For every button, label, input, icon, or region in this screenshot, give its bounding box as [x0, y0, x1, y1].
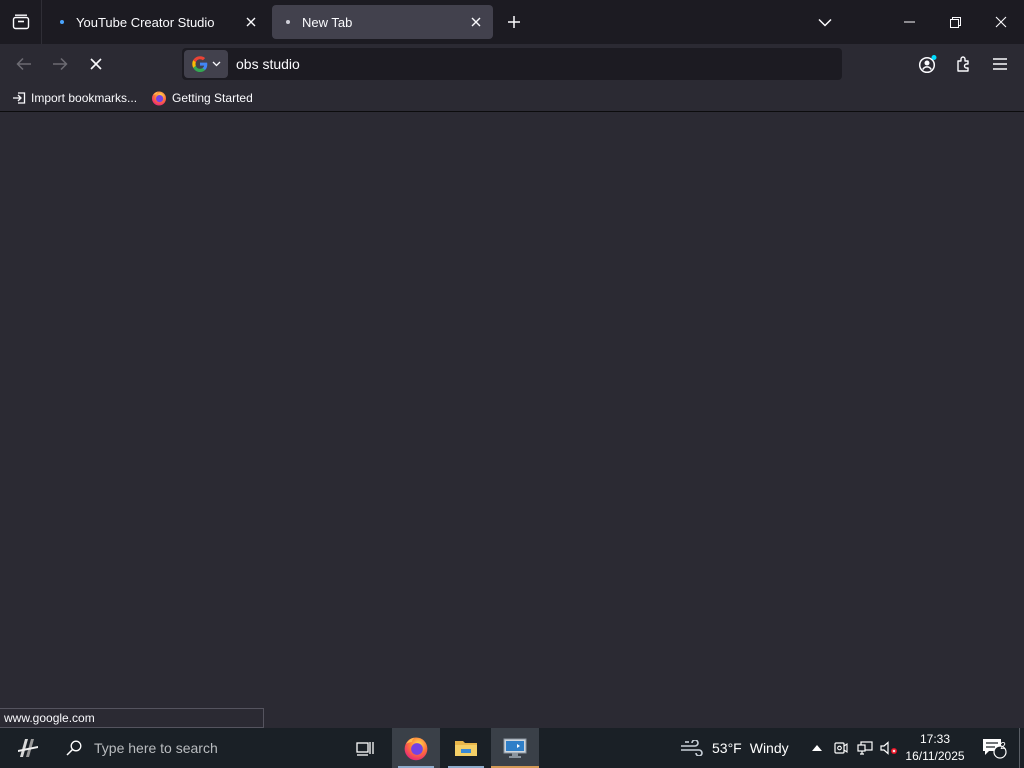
tab-youtube-creator-studio[interactable]: YouTube Creator Studio — [46, 5, 268, 39]
stop-icon — [90, 58, 102, 70]
import-icon — [13, 91, 26, 104]
search-icon — [66, 740, 82, 756]
tray-volume[interactable] — [877, 728, 901, 768]
show-desktop-button[interactable] — [1019, 728, 1024, 768]
firefox-icon — [152, 91, 167, 105]
wind-icon — [681, 740, 703, 756]
search-placeholder: Type here to search — [94, 740, 218, 756]
account-button[interactable] — [912, 48, 944, 80]
start-button[interactable] — [0, 728, 56, 768]
weather-widget[interactable]: 53°F Windy — [680, 728, 789, 768]
tab-label: YouTube Creator Studio — [76, 14, 215, 30]
tray-network[interactable] — [853, 728, 877, 768]
bookmark-label: Import bookmarks... — [31, 90, 138, 105]
arrow-right-icon — [53, 57, 68, 71]
close-window-button[interactable] — [978, 0, 1024, 44]
start-logo-icon — [18, 739, 38, 757]
extensions-button[interactable] — [948, 48, 980, 80]
arrow-left-icon — [16, 57, 31, 71]
bookmark-import-bookmarks[interactable]: Import bookmarks... — [8, 87, 141, 109]
tray-meet-now[interactable] — [829, 728, 853, 768]
tab-strip: YouTube Creator Studio New Tab — [0, 0, 1024, 44]
hamburger-menu-icon — [993, 58, 1007, 70]
puzzle-piece-icon — [957, 56, 969, 72]
account-icon — [918, 55, 937, 74]
clock-date: 16/11/2025 — [905, 749, 965, 763]
taskbar-clock[interactable]: 17:33 16/11/2025 — [902, 731, 968, 765]
show-hidden-icons-button[interactable] — [805, 728, 829, 768]
minimize-button[interactable] — [886, 0, 932, 44]
tab-loading-dot-icon — [60, 20, 64, 24]
taskbar-firefox[interactable] — [392, 728, 440, 768]
restore-button[interactable] — [932, 0, 978, 44]
page-content-area — [0, 113, 1024, 728]
weather-temperature: 53°F — [712, 740, 742, 756]
chevron-down-icon — [818, 18, 832, 27]
google-g-icon — [191, 56, 207, 72]
taskbar-search-box[interactable]: Type here to search — [56, 728, 344, 768]
list-all-tabs-button[interactable] — [811, 8, 839, 36]
close-icon — [471, 17, 481, 27]
folder-icon — [455, 741, 477, 756]
url-bar[interactable] — [182, 48, 842, 80]
forward-button[interactable] — [44, 48, 76, 80]
close-icon — [246, 17, 256, 27]
firefox-view-button[interactable] — [0, 0, 42, 44]
task-view-icon — [356, 742, 374, 756]
new-tab-button[interactable] — [500, 8, 528, 36]
tab-close-button[interactable] — [239, 10, 263, 34]
application-menu-button[interactable] — [984, 48, 1016, 80]
back-button[interactable] — [8, 48, 40, 80]
restore-icon — [949, 16, 961, 28]
clock-time: 17:33 — [919, 732, 951, 746]
firefox-icon — [404, 737, 428, 761]
volume-muted-icon — [880, 741, 897, 755]
taskbar-remote-desktop[interactable] — [491, 728, 539, 768]
bookmarks-toolbar: Import bookmarks... Getting Started — [0, 84, 1024, 112]
minimize-icon — [903, 21, 915, 23]
weather-description: Windy — [749, 740, 789, 756]
search-engine-button[interactable] — [184, 50, 228, 78]
task-view-button[interactable] — [342, 728, 390, 768]
tab-label: New Tab — [302, 14, 353, 30]
monitor-icon — [503, 738, 527, 758]
tab-close-button[interactable] — [464, 10, 488, 34]
tab-loading-dot-icon — [286, 20, 290, 24]
navigation-toolbar — [0, 44, 1024, 84]
network-icon — [857, 741, 873, 755]
url-input[interactable] — [236, 50, 842, 78]
notification-count: 2 — [1000, 741, 1006, 752]
action-center-button[interactable]: 2 — [976, 728, 1012, 768]
close-icon — [995, 16, 1007, 28]
firefox-view-icon — [12, 14, 29, 30]
status-panel: www.google.com — [0, 708, 264, 728]
taskbar-file-explorer[interactable] — [442, 728, 490, 768]
windows-taskbar: Type here to search 53°F Windy 17:33 16/… — [0, 728, 1024, 768]
bookmark-label: Getting Started — [172, 90, 253, 105]
bookmark-getting-started[interactable]: Getting Started — [147, 87, 257, 109]
webcam-icon — [834, 742, 848, 754]
stop-loading-button[interactable] — [80, 48, 112, 80]
tab-new-tab[interactable]: New Tab — [272, 5, 493, 39]
plus-icon — [508, 16, 520, 28]
chevron-down-icon — [212, 61, 220, 67]
chevron-up-icon — [812, 745, 822, 751]
